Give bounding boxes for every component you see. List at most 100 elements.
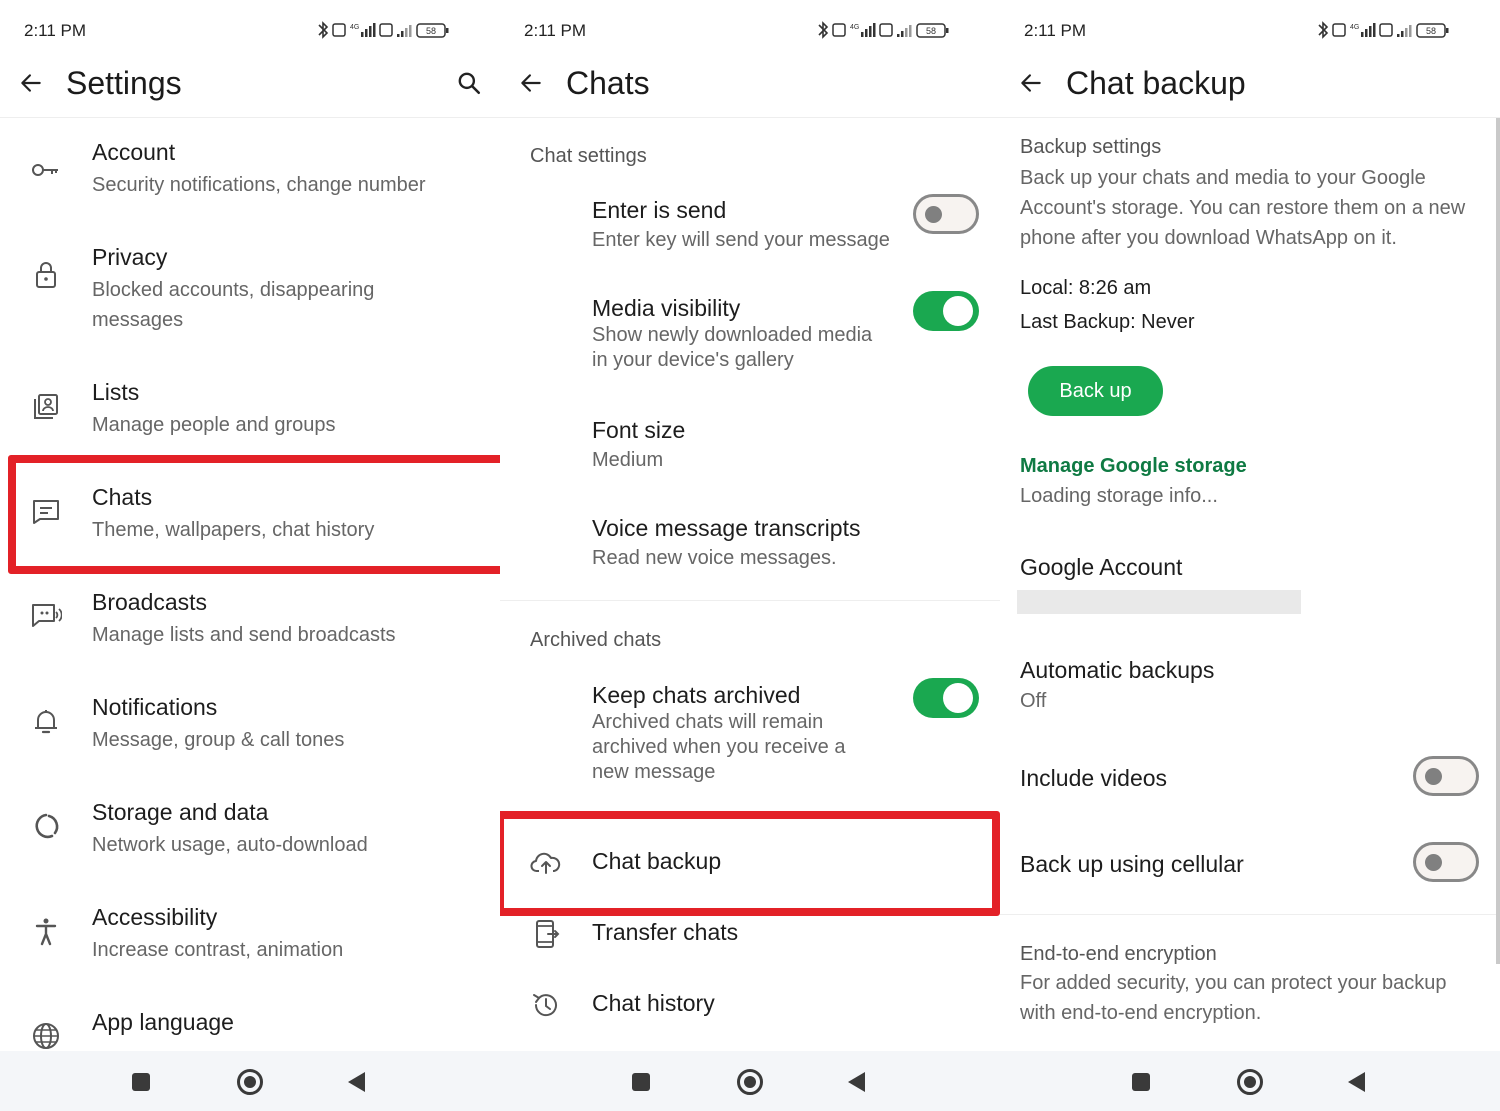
app-bar: Chats [500, 60, 1000, 118]
back-up-button[interactable]: Back up [1028, 366, 1163, 416]
automatic-backups-row[interactable]: Automatic backups Off [1000, 655, 1500, 725]
settings-item-notifications[interactable]: Notifications Message, group & call tone… [0, 687, 500, 767]
storage-icon [35, 813, 59, 839]
chat-history-label: Chat history [592, 990, 715, 1016]
app-bar: Settings [0, 60, 500, 118]
page-title: Chat backup [1066, 65, 1246, 101]
settings-item-subtitle: Security notifications, change number [92, 174, 426, 196]
back-arrow-icon[interactable] [18, 70, 44, 96]
enter-is-send-row[interactable]: Enter is send Enter key will send your m… [500, 190, 1000, 260]
media-visibility-toggle[interactable] [913, 291, 979, 331]
settings-item-subtitle: Increase contrast, animation [92, 939, 344, 961]
back-arrow-icon[interactable] [1018, 70, 1044, 96]
google-account-value-redacted [1017, 590, 1301, 614]
lock-icon [36, 262, 56, 288]
e2e-encryption-description[interactable]: For added security, you can protect your… [1020, 968, 1485, 1028]
settings-item-broadcasts[interactable]: Broadcasts Manage lists and send broadca… [0, 582, 500, 662]
settings-item-title: Broadcasts [92, 589, 208, 615]
status-icons: 4G 58 [818, 21, 949, 39]
svg-text:58: 58 [426, 26, 436, 36]
contact-list-icon [34, 394, 58, 419]
status-time: 2:11 PM [1024, 21, 1087, 40]
settings-item-title: Notifications [92, 694, 218, 720]
recents-button[interactable] [1132, 1073, 1150, 1091]
settings-item-lists[interactable]: Lists Manage people and groups [0, 372, 500, 452]
settings-item-subtitle: Message, group & call tones [92, 729, 345, 751]
settings-item-account[interactable]: Account Security notifications, change n… [0, 132, 500, 232]
status-icons: 4G 58 [318, 21, 449, 39]
accessibility-icon [35, 918, 57, 946]
settings-item-chats[interactable]: Chats Theme, wallpapers, chat history [0, 477, 500, 557]
media-visibility-title: Media visibility [592, 295, 741, 321]
include-videos-title: Include videos [1020, 765, 1168, 791]
home-button[interactable] [737, 1069, 763, 1095]
keep-archived-row[interactable]: Keep chats archived Archived chats will … [500, 675, 1000, 790]
svg-text:58: 58 [1426, 26, 1436, 36]
status-bar: 2:11 PM 4G 58 [0, 0, 500, 60]
cellular-backup-toggle[interactable] [1413, 842, 1479, 882]
nav-back-button[interactable] [348, 1072, 365, 1092]
chats-settings-screen: 2:11 PM 4G 58 Chats Chat settings Enter … [500, 0, 1000, 1111]
local-backup-time: Local: 8:26 am [1020, 277, 1152, 299]
settings-item-privacy[interactable]: Privacy Blocked accounts, disappearing m… [0, 237, 500, 347]
app-bar: Chat backup [1000, 60, 1500, 118]
transfer-chats-item[interactable]: Transfer chats [500, 906, 1000, 966]
transfer-chats-label: Transfer chats [592, 919, 739, 945]
enter-is-send-title: Enter is send [592, 197, 727, 223]
recents-button[interactable] [132, 1073, 150, 1091]
chat-settings-header: Chat settings [530, 145, 647, 167]
google-account-title: Google Account [1020, 554, 1183, 580]
home-button[interactable] [1237, 1069, 1263, 1095]
media-visibility-subtitle: Show newly downloaded media in your devi… [592, 324, 873, 371]
bluetooth-icon [318, 21, 329, 39]
recents-button[interactable] [632, 1073, 650, 1091]
manage-google-storage-link[interactable]: Manage Google storage [1020, 455, 1247, 478]
broadcast-icon [32, 604, 62, 627]
voice-transcripts-title: Voice message transcripts [592, 515, 861, 541]
bell-icon [35, 710, 57, 734]
navigation-bar [0, 1051, 500, 1111]
bluetooth-icon [1318, 21, 1329, 39]
automatic-backups-title: Automatic backups [1020, 657, 1215, 683]
settings-item-title: Account [92, 139, 176, 165]
nav-back-button[interactable] [1348, 1072, 1365, 1092]
cellular-backup-row[interactable]: Back up using cellular [1000, 842, 1500, 887]
settings-item-subtitle: Network usage, auto-download [92, 834, 368, 856]
scrollbar[interactable] [1496, 118, 1500, 964]
storage-info-text: Loading storage info... [1020, 485, 1218, 507]
settings-item-storage[interactable]: Storage and data Network usage, auto-dow… [0, 792, 500, 872]
back-arrow-icon[interactable] [518, 70, 544, 96]
settings-screen: 2:11 PM 4G 58 Settings Account Security … [0, 0, 500, 1111]
svg-text:4G: 4G [850, 24, 859, 31]
include-videos-toggle[interactable] [1413, 756, 1479, 796]
include-videos-row[interactable]: Include videos [1000, 755, 1500, 800]
svg-text:4G: 4G [1350, 24, 1359, 31]
key-icon [32, 164, 58, 176]
search-icon[interactable] [456, 70, 482, 96]
cellular-backup-title: Back up using cellular [1020, 851, 1244, 877]
home-button[interactable] [237, 1069, 263, 1095]
keep-archived-subtitle: Archived chats will remain archived when… [592, 711, 846, 783]
settings-item-subtitle: Theme, wallpapers, chat history [92, 519, 375, 541]
chat-backup-item[interactable]: Chat backup [500, 835, 1000, 895]
nav-back-button[interactable] [848, 1072, 865, 1092]
settings-item-accessibility[interactable]: Accessibility Increase contrast, animati… [0, 897, 500, 977]
status-time: 2:11 PM [524, 21, 587, 40]
chat-backup-label: Chat backup [592, 848, 722, 874]
automatic-backups-value: Off [1020, 690, 1047, 712]
settings-item-subtitle: Manage people and groups [92, 414, 336, 436]
media-visibility-row[interactable]: Media visibility Show newly downloaded m… [500, 288, 1000, 383]
font-size-row[interactable]: Font size Medium [500, 410, 1000, 480]
status-bar: 2:11 PM 4G 58 [1000, 0, 1500, 60]
enter-is-send-toggle[interactable] [913, 194, 979, 234]
settings-item-title: Accessibility [92, 904, 218, 930]
svg-text:58: 58 [926, 26, 936, 36]
status-bar: 2:11 PM 4G 58 [500, 0, 1000, 60]
font-size-value: Medium [592, 449, 664, 471]
keep-archived-toggle[interactable] [913, 678, 979, 718]
svg-text:4G: 4G [350, 24, 359, 31]
settings-item-title: App language [92, 1009, 234, 1035]
chat-history-item[interactable]: Chat history [500, 977, 1000, 1037]
font-size-title: Font size [592, 417, 686, 443]
voice-transcripts-row[interactable]: Voice message transcripts Read new voice… [500, 508, 1000, 578]
